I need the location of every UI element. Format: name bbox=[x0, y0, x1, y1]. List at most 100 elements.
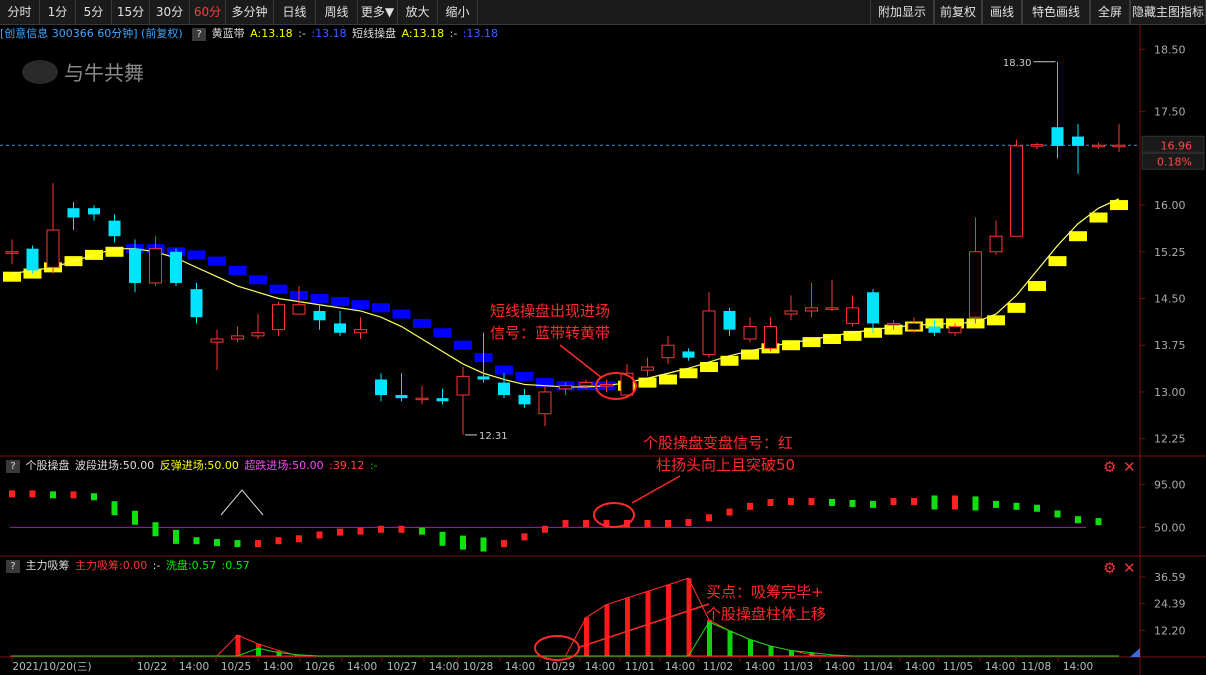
toolbar-btn-1[interactable]: 1分 bbox=[40, 0, 76, 24]
toolbar-btn-9[interactable]: 更多▼ bbox=[358, 0, 398, 24]
band-block bbox=[187, 250, 206, 260]
band-block bbox=[679, 368, 698, 379]
candle-body bbox=[907, 322, 921, 331]
signal-bar bbox=[234, 540, 241, 548]
signal-bar bbox=[439, 531, 446, 546]
xaxis-label: 14:00 bbox=[179, 661, 209, 673]
toolbar-right-btn-0[interactable]: 附加显示 bbox=[870, 0, 934, 24]
candle-body bbox=[784, 310, 798, 315]
xaxis-label: 14:00 bbox=[429, 661, 459, 673]
toolbar-btn-10[interactable]: 放大 bbox=[398, 0, 438, 24]
signal-bar bbox=[275, 537, 282, 545]
band-block bbox=[310, 294, 329, 304]
ind2-name: 短线操盘 bbox=[352, 27, 397, 40]
toolbar-btn-3[interactable]: 15分 bbox=[112, 0, 150, 24]
band-block bbox=[659, 374, 677, 385]
band-block bbox=[290, 290, 308, 300]
candle bbox=[928, 320, 941, 336]
signal-bar bbox=[255, 540, 261, 548]
settings-gear-icon[interactable]: ⚙ bbox=[1103, 460, 1116, 475]
signal-bar bbox=[788, 498, 794, 506]
candle bbox=[170, 248, 182, 287]
band-block bbox=[1069, 231, 1087, 242]
signal-bar bbox=[29, 490, 36, 498]
band-block bbox=[351, 300, 370, 310]
ytick-label: 17.50 bbox=[1154, 106, 1186, 119]
annotation-1-circle bbox=[595, 372, 637, 400]
ytick-label: 15.25 bbox=[1154, 246, 1186, 259]
signal-bar bbox=[890, 498, 897, 506]
close-icon[interactable]: ✕ bbox=[1123, 460, 1136, 475]
band-block bbox=[638, 377, 657, 388]
signal-bar bbox=[542, 525, 548, 533]
candle bbox=[415, 385, 429, 405]
toolbar-btn-4[interactable]: 30分 bbox=[150, 0, 190, 24]
candle-body bbox=[190, 289, 203, 318]
wash-bar bbox=[809, 652, 815, 656]
xaxis-label: 14:00 bbox=[263, 661, 293, 673]
candle bbox=[846, 295, 859, 327]
signal-bar bbox=[1034, 504, 1040, 512]
signal-bar bbox=[911, 498, 917, 506]
triangle-marker bbox=[220, 489, 264, 516]
accum-bar bbox=[707, 619, 712, 656]
candle bbox=[559, 382, 572, 396]
wash-bar bbox=[748, 639, 753, 656]
candle-body bbox=[395, 395, 408, 399]
xaxis-label: 11/05 bbox=[943, 661, 973, 673]
candle bbox=[723, 307, 736, 336]
help-icon[interactable]: ? bbox=[6, 459, 20, 473]
candle-body bbox=[1092, 144, 1105, 148]
toolbar-right-btn-5[interactable]: 隐藏主图指标 bbox=[1130, 0, 1206, 24]
candle-body bbox=[251, 332, 265, 337]
ytick-label: 50.00 bbox=[1154, 521, 1186, 534]
panel3-value-a: 主力吸筹:0.00 bbox=[75, 559, 148, 572]
candle-body bbox=[825, 307, 839, 310]
candle bbox=[46, 183, 60, 274]
low-label: 12.31 bbox=[479, 431, 508, 442]
wash-bar bbox=[256, 648, 261, 656]
toolbar-btn-8[interactable]: 周线 bbox=[316, 0, 358, 24]
toolbar-btn-6[interactable]: 多分钟 bbox=[226, 0, 274, 24]
candle bbox=[867, 289, 879, 333]
panel3-header: ? 主力吸筹 主力吸筹:0.00 :- 洗盘:0.57 :0.57 bbox=[0, 557, 252, 575]
annotation-1-line2: 信号：蓝带转黄带 bbox=[490, 324, 610, 342]
toolbar-right-btn-4[interactable]: 全屏 bbox=[1090, 0, 1130, 24]
toolbar-right-btn-2[interactable]: 画线 bbox=[982, 0, 1022, 24]
close-icon[interactable]: ✕ bbox=[1123, 561, 1136, 576]
band-block bbox=[1048, 256, 1067, 267]
candle-body bbox=[26, 248, 39, 271]
toolbar-right-btn-3[interactable]: 特色画线 bbox=[1022, 0, 1090, 24]
toolbar-btn-0[interactable]: 分时 bbox=[0, 0, 40, 24]
toolbar-right-btn-1[interactable]: 前复权 bbox=[934, 0, 982, 24]
xaxis-label: 2021/10/20(三) bbox=[12, 661, 91, 673]
accum-bar bbox=[748, 639, 753, 656]
ytick-label: 18.50 bbox=[1154, 43, 1186, 56]
candle bbox=[149, 236, 162, 287]
band-block bbox=[802, 337, 821, 348]
band-block bbox=[372, 303, 390, 313]
toolbar-btn-2[interactable]: 5分 bbox=[76, 0, 112, 24]
signal-bar bbox=[1075, 516, 1081, 524]
settings-gear-icon[interactable]: ⚙ bbox=[1103, 561, 1116, 576]
signal-bar bbox=[501, 540, 507, 548]
candle bbox=[436, 388, 449, 405]
candle-body bbox=[805, 307, 818, 312]
candle bbox=[641, 357, 654, 377]
toolbar-btn-7[interactable]: 日线 bbox=[274, 0, 316, 24]
ytick-label: 12.20 bbox=[1154, 624, 1186, 637]
ytick-label: 24.39 bbox=[1154, 598, 1186, 611]
toolbar-btn-11[interactable]: 缩小 bbox=[438, 0, 478, 24]
help-icon[interactable]: ? bbox=[192, 27, 207, 41]
candle-body bbox=[948, 326, 962, 334]
accum-bar bbox=[727, 630, 733, 656]
toolbar-btn-5[interactable]: 60分 bbox=[190, 0, 226, 24]
signal-bar bbox=[91, 493, 97, 501]
signal-bar bbox=[460, 535, 466, 550]
candle-body bbox=[682, 351, 695, 358]
panel2-value-d: :39.12 bbox=[329, 459, 365, 472]
annotation-2-line2: 柱扬头向上且突破50 bbox=[656, 456, 795, 474]
candle bbox=[661, 335, 675, 364]
panel3-value-d: :0.57 bbox=[221, 559, 250, 572]
help-icon[interactable]: ? bbox=[6, 559, 20, 573]
